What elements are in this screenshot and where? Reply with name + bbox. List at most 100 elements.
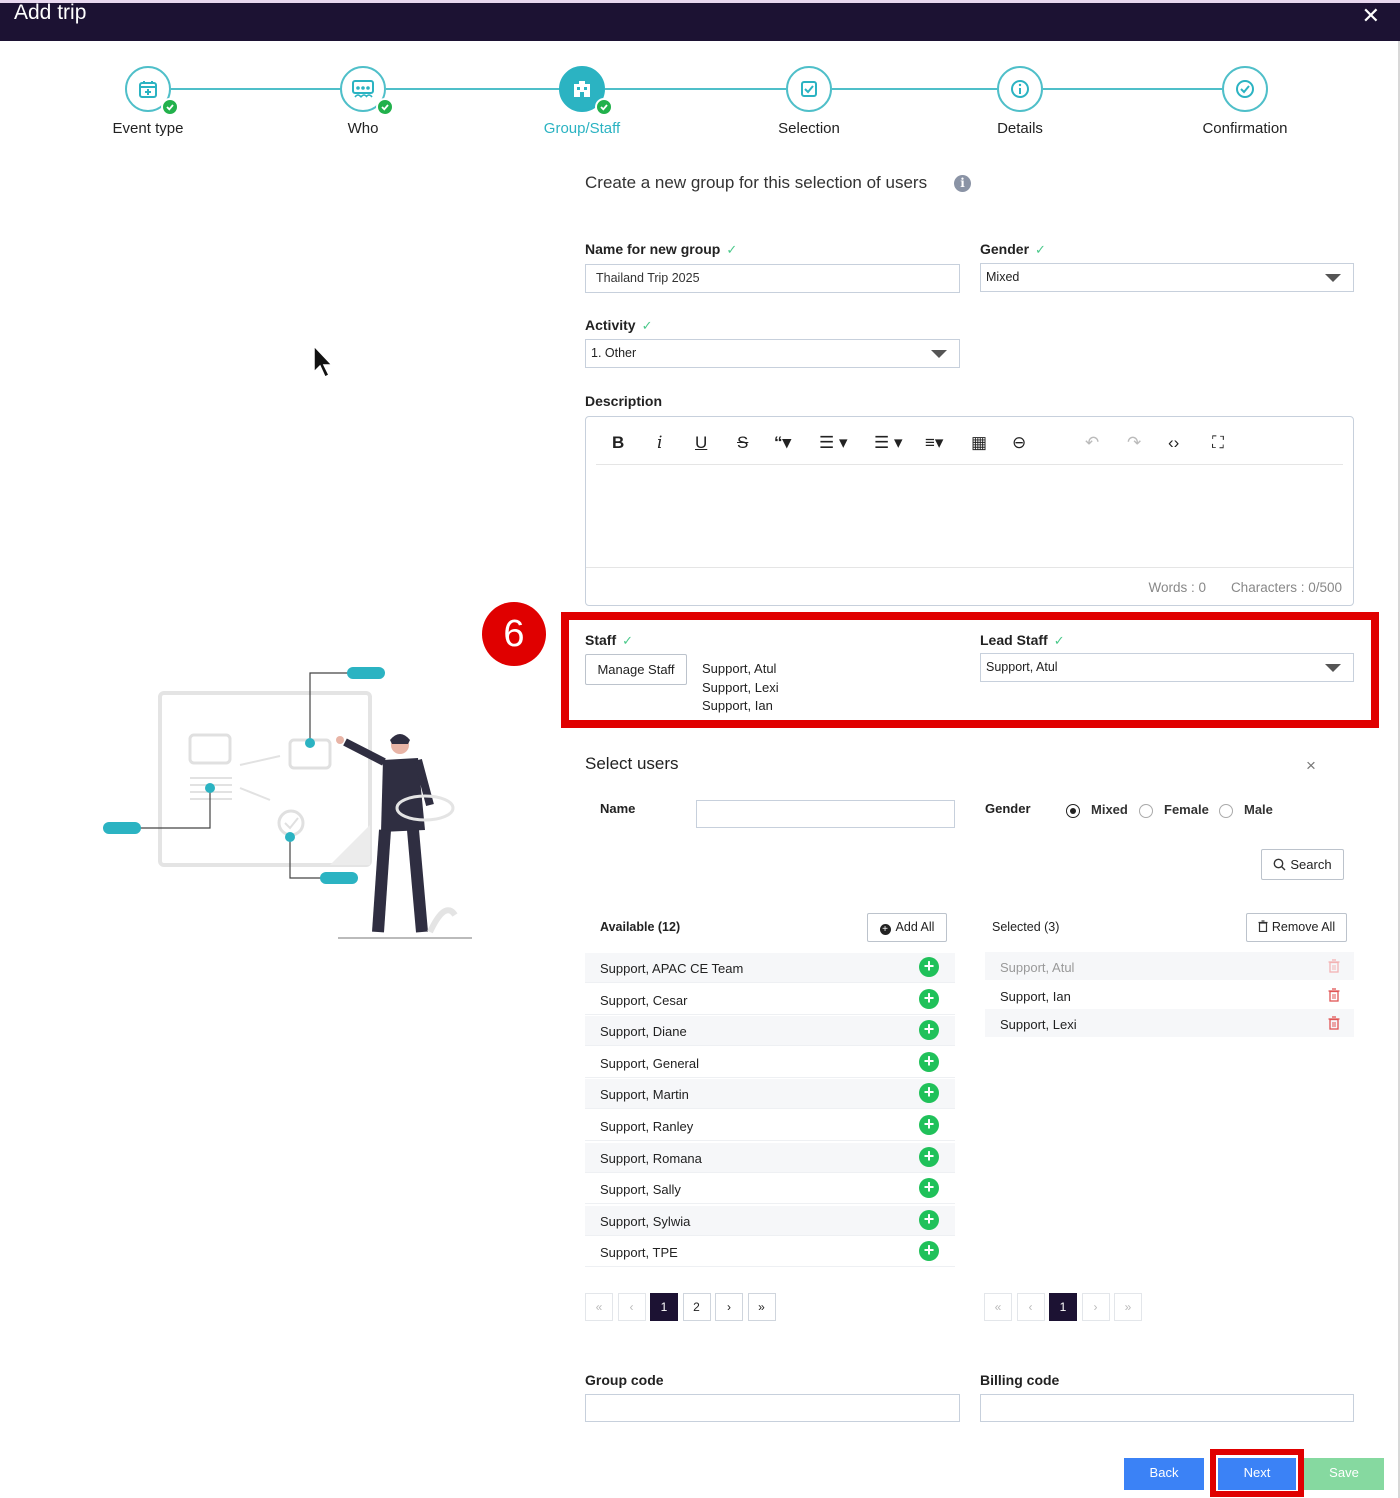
strikethrough-icon[interactable]: S bbox=[737, 433, 748, 453]
add-icon[interactable]: + bbox=[919, 1209, 939, 1230]
manage-staff-button[interactable]: Manage Staff bbox=[585, 654, 687, 685]
search-button[interactable]: Search bbox=[1261, 849, 1344, 880]
name-label: Name for new group ✓ bbox=[585, 241, 737, 258]
trash-icon[interactable] bbox=[1328, 1016, 1340, 1030]
last-page-button[interactable]: » bbox=[747, 1293, 776, 1321]
step-label: Details bbox=[997, 120, 1043, 137]
character-count: Characters : 0/500 bbox=[1230, 580, 1342, 595]
add-icon[interactable]: + bbox=[919, 1083, 939, 1104]
quote-icon[interactable]: “▾ bbox=[774, 433, 791, 453]
code-icon[interactable]: ‹› bbox=[1168, 433, 1179, 453]
activity-select[interactable]: 1. Other bbox=[585, 339, 960, 368]
trash-icon[interactable] bbox=[1328, 959, 1340, 973]
gender-radio-mixed[interactable] bbox=[1066, 804, 1080, 818]
lead-staff-select[interactable]: Support, Atul bbox=[980, 653, 1354, 682]
add-icon[interactable]: + bbox=[919, 1051, 939, 1072]
undo-icon[interactable]: ↶ bbox=[1085, 433, 1099, 453]
add-icon[interactable]: + bbox=[919, 1241, 939, 1262]
italic-icon[interactable]: i bbox=[657, 433, 662, 453]
close-icon[interactable]: ✕ bbox=[1362, 3, 1380, 29]
last-page-button[interactable]: » bbox=[1114, 1293, 1142, 1321]
selected-item[interactable]: Support, Ian bbox=[985, 980, 1354, 1009]
name-filter-input[interactable] bbox=[696, 800, 955, 828]
list-item[interactable]: Support, Sally + bbox=[585, 1174, 955, 1205]
billing-code-input[interactable] bbox=[980, 1394, 1354, 1422]
next-page-button[interactable]: › bbox=[715, 1293, 743, 1321]
prev-page-button[interactable]: ‹ bbox=[617, 1293, 646, 1321]
list-item[interactable]: Support, TPE + bbox=[585, 1237, 955, 1268]
modal-title: Add trip bbox=[14, 1, 87, 24]
step-selection[interactable]: Selection bbox=[729, 66, 889, 137]
list-item[interactable]: Support, Sylwia + bbox=[585, 1205, 955, 1236]
description-editor[interactable]: B i U S “▾ ☰ ▾ ☰ ▾ ≡▾ ▦ ⊖ ↶ ↷ ‹› ⛶ Words… bbox=[585, 416, 1354, 606]
page-button[interactable]: 1 bbox=[650, 1293, 678, 1321]
chevron-down-icon bbox=[931, 350, 947, 358]
trash-icon[interactable] bbox=[1328, 987, 1340, 1002]
align-icon[interactable]: ≡▾ bbox=[925, 433, 943, 453]
list-item[interactable]: Support, Cesar + bbox=[585, 984, 955, 1015]
selected-item-name: Support, Ian bbox=[1000, 988, 1071, 1004]
section-heading: Create a new group for this selection of… bbox=[585, 173, 928, 192]
gender-radio-female[interactable] bbox=[1139, 804, 1153, 818]
gender-radio-male[interactable] bbox=[1219, 804, 1233, 818]
back-button[interactable]: Back bbox=[1124, 1458, 1204, 1490]
list-item[interactable]: Support, Martin + bbox=[585, 1079, 955, 1110]
list-item[interactable]: Support, APAC CE Team + bbox=[585, 953, 955, 983]
link-icon[interactable]: ⊖ bbox=[1012, 433, 1026, 453]
checkbox-icon bbox=[786, 66, 832, 112]
list-item-name: Support, TPE bbox=[600, 1245, 678, 1261]
add-icon[interactable]: + bbox=[919, 1178, 939, 1199]
first-page-button[interactable]: « bbox=[585, 1293, 613, 1321]
save-button[interactable]: Save bbox=[1304, 1458, 1384, 1490]
selected-item-name: Support, Atul bbox=[1000, 960, 1075, 975]
check-badge-icon bbox=[161, 98, 179, 116]
next-button[interactable]: Next bbox=[1218, 1458, 1296, 1490]
add-icon[interactable]: + bbox=[919, 988, 939, 1009]
list-item-name: Support, Ranley bbox=[600, 1119, 694, 1134]
first-page-button[interactable]: « bbox=[984, 1293, 1012, 1321]
step-details[interactable]: Details bbox=[940, 66, 1100, 137]
check-icon: ✓ bbox=[726, 242, 738, 257]
selected-item[interactable]: Support, Lexi bbox=[985, 1009, 1354, 1037]
list-item-name: Support, Sally bbox=[600, 1182, 681, 1198]
add-icon[interactable]: + bbox=[919, 957, 939, 977]
remove-all-button[interactable]: Remove All bbox=[1246, 913, 1347, 942]
add-all-button[interactable]: + Add All bbox=[867, 913, 947, 942]
step-event-type[interactable]: Event type bbox=[68, 66, 228, 137]
list-item[interactable]: Support, Romana + bbox=[585, 1142, 955, 1173]
step-confirmation[interactable]: Confirmation bbox=[1165, 66, 1325, 137]
gender-select[interactable]: Mixed bbox=[980, 263, 1354, 292]
editor-toolbar: B i U S “▾ ☰ ▾ ☰ ▾ ≡▾ ▦ ⊖ ↶ ↷ ‹› ⛶ bbox=[596, 425, 1343, 465]
gender-filter-label: Gender bbox=[985, 801, 1031, 816]
info-icon bbox=[997, 66, 1043, 112]
page-button[interactable]: 2 bbox=[682, 1293, 711, 1321]
step-group-staff[interactable]: Group/Staff bbox=[502, 66, 662, 137]
page-button[interactable]: 1 bbox=[1049, 1293, 1077, 1321]
table-icon[interactable]: ▦ bbox=[971, 433, 987, 453]
bullet-list-icon[interactable]: ☰ ▾ bbox=[874, 433, 903, 453]
name-filter-label: Name bbox=[600, 801, 636, 816]
prev-page-button[interactable]: ‹ bbox=[1016, 1293, 1045, 1321]
ordered-list-icon[interactable]: ☰ ▾ bbox=[819, 433, 848, 453]
step-who[interactable]: Who bbox=[283, 66, 443, 137]
list-item[interactable]: Support, Ranley + bbox=[585, 1111, 955, 1141]
close-icon[interactable]: × bbox=[1306, 756, 1316, 776]
redo-icon[interactable]: ↷ bbox=[1127, 433, 1141, 453]
fullscreen-icon[interactable]: ⛶ bbox=[1212, 433, 1224, 453]
add-icon[interactable]: + bbox=[919, 1020, 939, 1041]
editor-footer: Words : 0 Characters : 0/500 bbox=[586, 567, 1353, 605]
group-name-input[interactable]: Thailand Trip 2025 bbox=[585, 264, 960, 293]
list-item[interactable]: Support, General + bbox=[585, 1047, 955, 1078]
add-icon[interactable]: + bbox=[919, 1115, 939, 1135]
check-icon: ✓ bbox=[1053, 633, 1065, 648]
group-code-input[interactable] bbox=[585, 1394, 960, 1422]
list-item[interactable]: Support, Diane + bbox=[585, 1016, 955, 1047]
underline-icon[interactable]: U bbox=[695, 433, 707, 453]
activity-label: Activity ✓ bbox=[585, 317, 652, 334]
info-icon[interactable]: i bbox=[954, 175, 971, 192]
next-page-button[interactable]: › bbox=[1081, 1293, 1110, 1321]
list-item-name: Support, Cesar bbox=[600, 992, 688, 1008]
bold-icon[interactable]: B bbox=[612, 433, 624, 453]
selected-item[interactable]: Support, Atul bbox=[985, 952, 1354, 980]
add-icon[interactable]: + bbox=[919, 1146, 939, 1167]
